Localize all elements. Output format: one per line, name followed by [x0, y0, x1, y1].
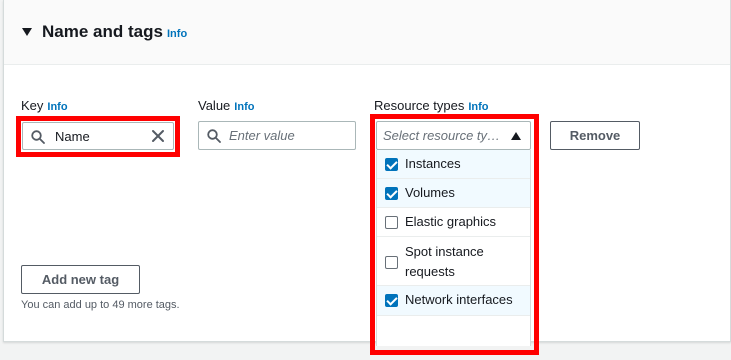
- value-label-row: Value Info: [198, 98, 254, 113]
- resource-types-label-row: Resource types Info: [374, 98, 489, 113]
- section-info-link[interactable]: Info: [167, 28, 187, 40]
- value-input[interactable]: Enter value: [198, 121, 356, 150]
- key-label-row: Key Info: [21, 98, 68, 113]
- value-info-link[interactable]: Info: [234, 101, 254, 113]
- value-placeholder: Enter value: [229, 128, 295, 143]
- resource-types-info-link[interactable]: Info: [468, 101, 488, 113]
- search-icon: [207, 129, 221, 143]
- resource-types-label: Resource types: [374, 98, 465, 113]
- section-header[interactable]: Name and tags Info: [4, 0, 730, 65]
- section-title: Name and tags: [42, 22, 163, 41]
- value-label: Value: [198, 98, 231, 113]
- key-label: Key: [21, 98, 44, 113]
- remove-button[interactable]: Remove: [550, 121, 640, 150]
- add-new-tag-button[interactable]: Add new tag: [21, 265, 140, 294]
- resource-types-highlight-box: [370, 114, 539, 355]
- caret-down-icon[interactable]: [22, 28, 32, 36]
- key-info-link[interactable]: Info: [47, 101, 67, 113]
- key-highlight-box: [16, 116, 180, 157]
- tag-limit-hint: You can add up to 49 more tags.: [21, 299, 180, 311]
